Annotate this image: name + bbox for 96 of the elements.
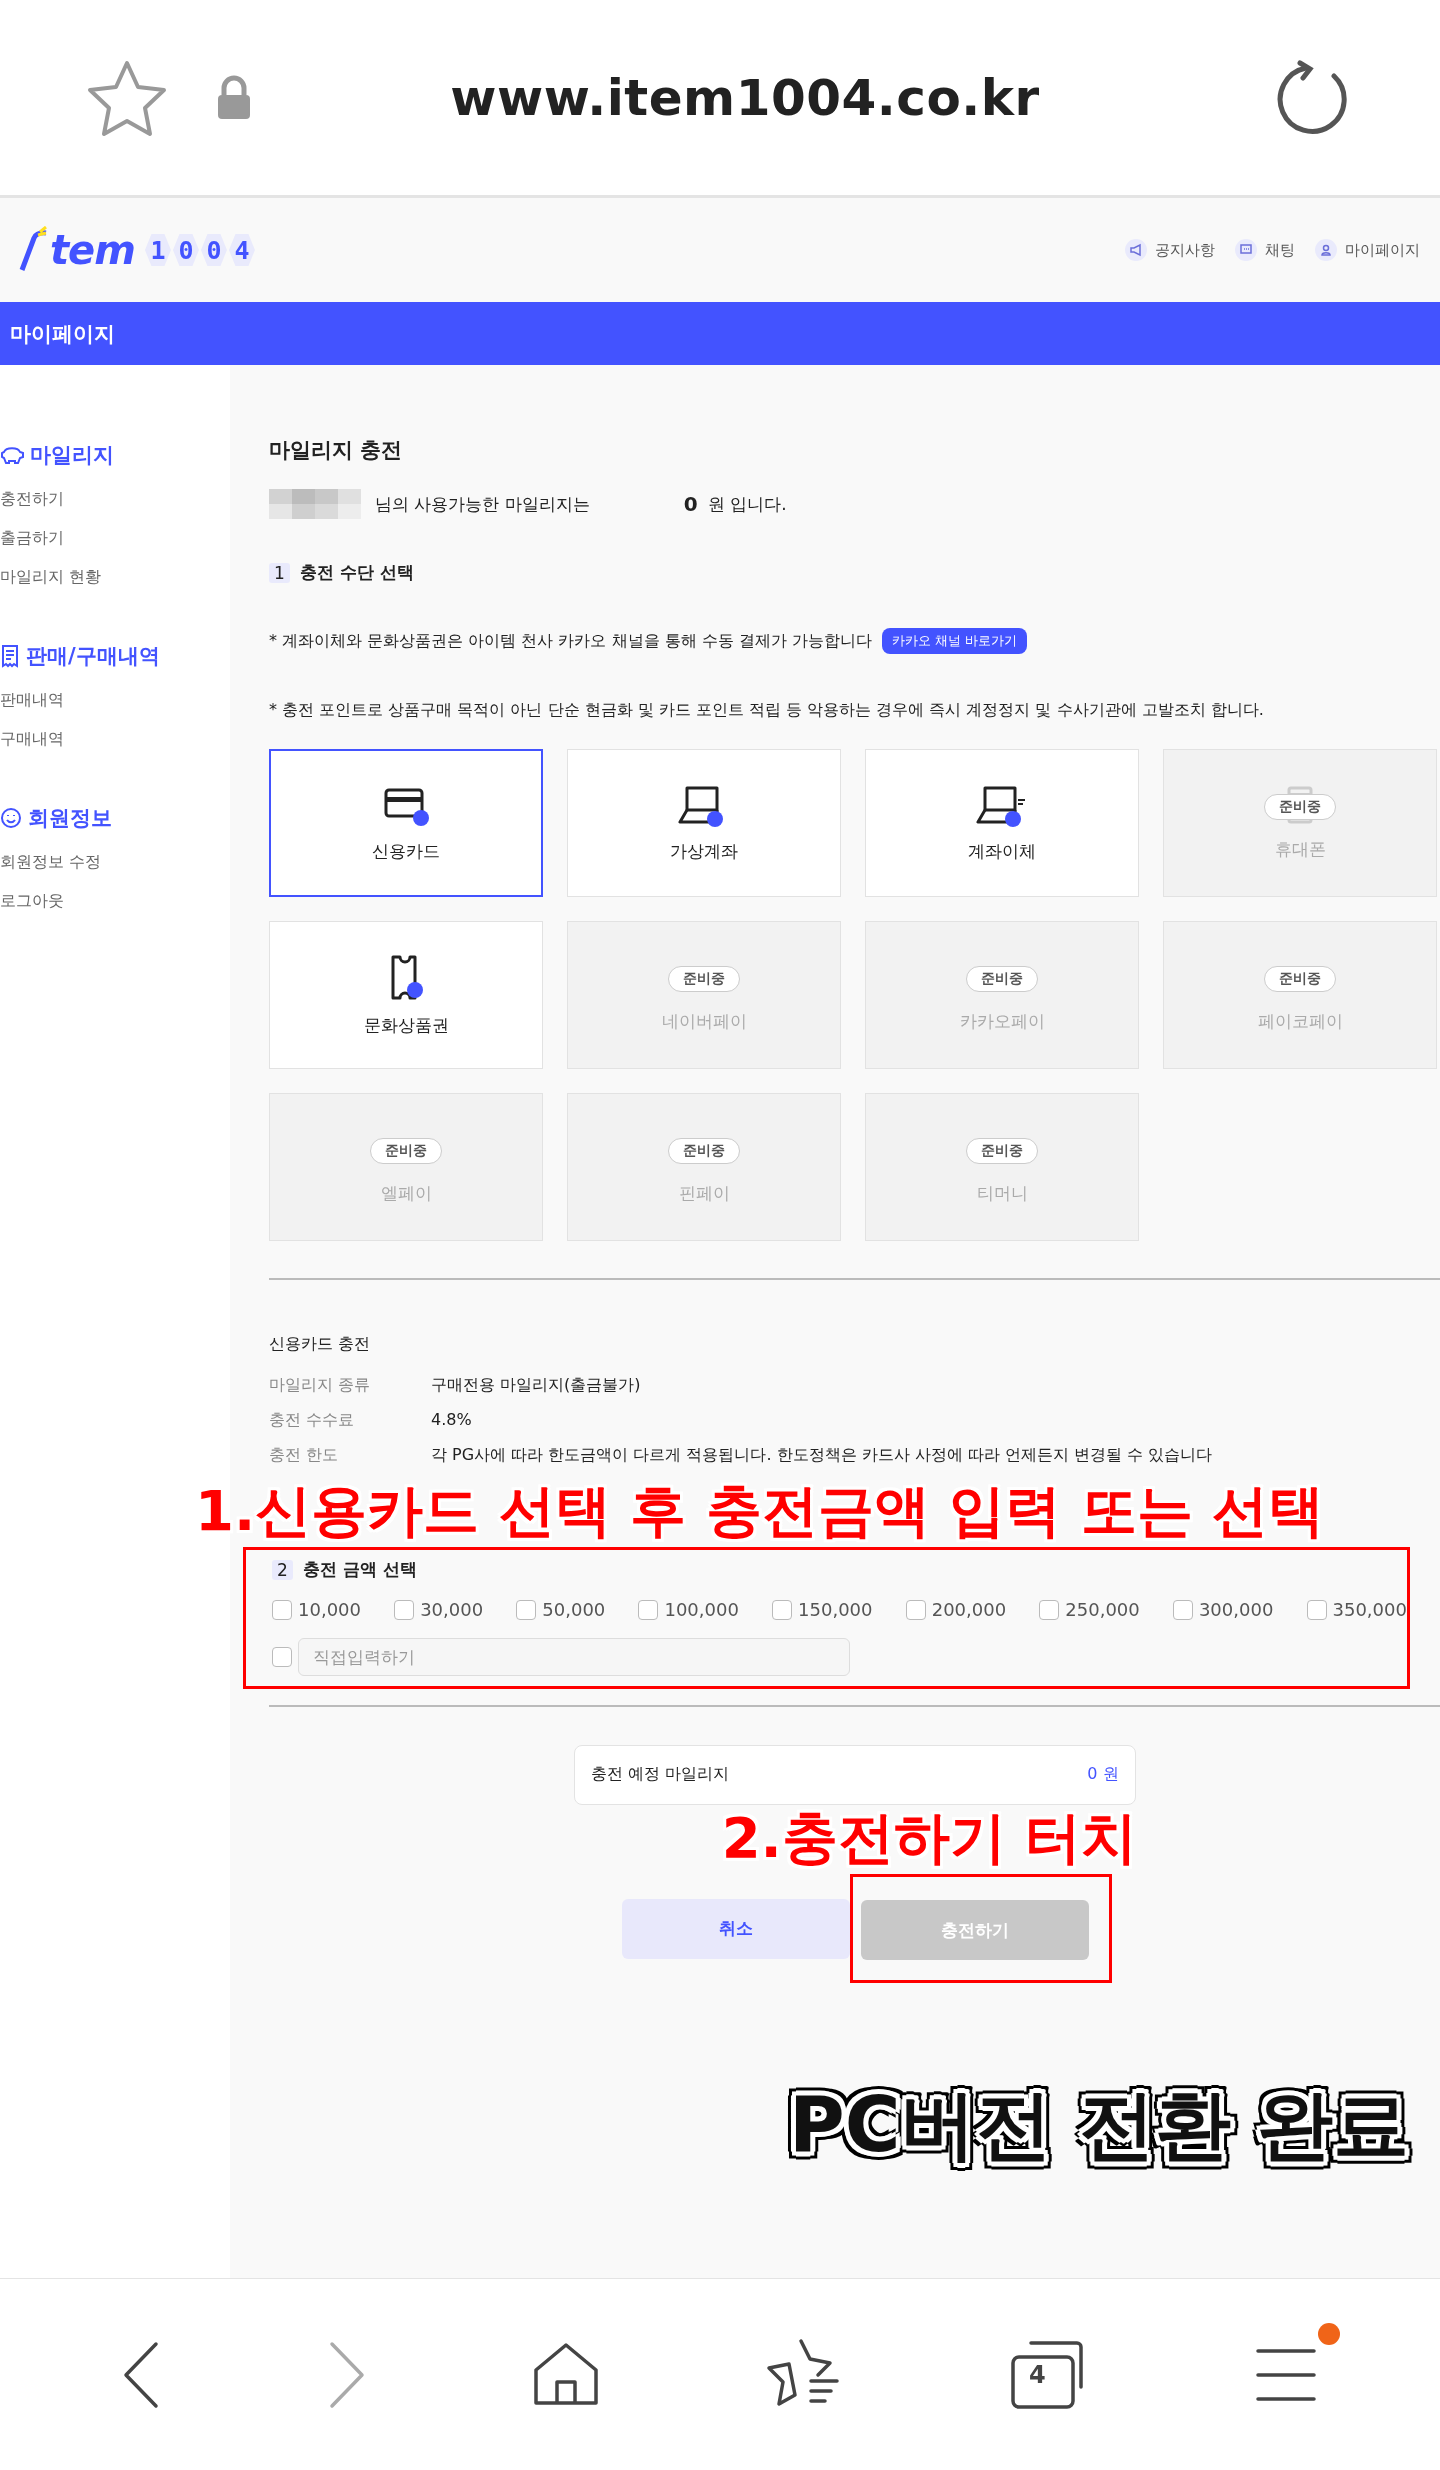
- coming-soon-badge: 준비중: [1264, 966, 1336, 992]
- checkbox[interactable]: [1039, 1599, 1060, 1620]
- checkbox[interactable]: [1172, 1599, 1193, 1620]
- payment-method-label: 신용카드: [372, 839, 440, 863]
- logo-mark-icon: [18, 226, 48, 274]
- payment-method-label: 핀페이: [678, 1181, 730, 1205]
- coming-soon-badge: 준비중: [966, 966, 1038, 992]
- sidebar-item[interactable]: 로그아웃: [0, 887, 230, 914]
- payment-method-label: 카카오페이: [959, 1009, 1045, 1033]
- checkbox[interactable]: [772, 1599, 793, 1620]
- user-icon: [1315, 239, 1337, 261]
- caption-text: PC버전 전환 완료: [789, 2083, 1411, 2167]
- logo-digit: 0: [200, 234, 227, 266]
- detail-label: 충전 한도: [269, 1444, 340, 1466]
- header-link[interactable]: 채팅: [1235, 239, 1295, 261]
- coming-soon-badge: 준비중: [668, 966, 740, 992]
- step-title: 충전 금액 선택: [302, 1558, 417, 1582]
- page-title: 마이페이지: [10, 320, 115, 348]
- amount-option-label: 300,000: [1198, 1599, 1274, 1621]
- payment-method-label: 계좌이체: [968, 839, 1036, 863]
- payment-method-card[interactable]: 계좌이체: [865, 749, 1139, 897]
- sidebar-heading: 판매/구매내역: [26, 643, 160, 670]
- sidebar-item[interactable]: 출금하기: [0, 524, 230, 551]
- payment-method-label: 가상계좌: [670, 839, 738, 863]
- checkbox[interactable]: [638, 1599, 659, 1620]
- custom-amount-field[interactable]: 직접입력하기: [298, 1638, 850, 1677]
- payment-method-card[interactable]: 가상계좌: [567, 749, 841, 897]
- payment-method-label: 페이코페이: [1257, 1009, 1343, 1033]
- detail-value: 구매전용 마일리지(출금불가): [431, 1374, 641, 1396]
- sidebar-item[interactable]: 회원정보 수정: [0, 848, 230, 875]
- tab-count: 4: [1028, 2360, 1047, 2389]
- amount-option-label: 200,000: [931, 1599, 1007, 1621]
- amount-option-label: 10,000: [298, 1599, 361, 1621]
- amount-option-label: 350,000: [1332, 1599, 1407, 1621]
- piggy-bank-icon: [0, 444, 24, 466]
- summary-value: 0 원: [1087, 1764, 1119, 1786]
- sidebar-item[interactable]: 마일리지 현황: [0, 563, 230, 590]
- payment-method-label: 티머니: [976, 1181, 1028, 1205]
- logo-digit: 4: [228, 234, 255, 266]
- sidebar-item[interactable]: 구매내역: [0, 725, 230, 752]
- checkbox[interactable]: [905, 1599, 926, 1620]
- section-title: 마일리지 충전: [269, 437, 404, 464]
- checkbox[interactable]: [1306, 1599, 1327, 1620]
- balance-text: 님의 사용가능한 마일리지는: [375, 492, 590, 516]
- kakao-channel-link[interactable]: 카카오 채널 바로가기: [881, 628, 1028, 654]
- header-link[interactable]: 공지사항: [1125, 239, 1215, 261]
- logo-digit: 1: [144, 234, 171, 266]
- sidebar-heading: 마일리지: [30, 442, 114, 469]
- smile-icon: [0, 807, 22, 829]
- annotation-text: 2.충전하기 터치: [721, 1806, 1138, 1869]
- checkbox[interactable]: [272, 1599, 292, 1620]
- payment-method-card[interactable]: 신용카드: [269, 749, 543, 897]
- megaphone-icon: [1125, 239, 1147, 261]
- summary-label: 충전 예정 마일리지: [590, 1764, 729, 1786]
- amount-option-label: 30,000: [420, 1599, 484, 1621]
- sidebar-item[interactable]: 충전하기: [0, 485, 230, 512]
- chat-icon: [1235, 239, 1257, 261]
- detail-value: 각 PG사에 따라 한도금액이 다르게 적용됩니다. 한도정책은 카드사 사정에 따라 언제든지 변경될 수 있습니다: [431, 1444, 1213, 1466]
- receipt-icon: [0, 644, 20, 668]
- details-title: 신용카드 충전: [269, 1333, 372, 1355]
- payment-method-label: 휴대폰: [1274, 837, 1326, 861]
- bookmark-star-icon[interactable]: [86, 58, 168, 137]
- balance-suffix: 원 입니다.: [707, 492, 787, 516]
- step-number: 1: [269, 562, 290, 583]
- step-title: 충전 수단 선택: [299, 561, 414, 584]
- notice-text: * 계좌이체와 문화상품권은 아이템 천사 카카오 채널을 통해 수동 결제가 가능합니다: [269, 630, 872, 652]
- detail-label: 충전 수수료: [269, 1409, 356, 1431]
- checkbox[interactable]: [394, 1599, 415, 1620]
- logo-digit: 0: [172, 234, 199, 266]
- detail-value: 4.8%: [431, 1409, 472, 1431]
- coming-soon-badge: 준비중: [1264, 794, 1336, 820]
- address-bar-url[interactable]: www.item1004.co.kr: [254, 68, 1236, 127]
- amount-option-label: 250,000: [1065, 1599, 1140, 1621]
- logo-wordmark: tem: [50, 227, 135, 273]
- sidebar-item[interactable]: 판매내역: [0, 686, 230, 713]
- amount-option-label: 50,000: [542, 1599, 606, 1621]
- checkbox[interactable]: [516, 1599, 537, 1620]
- coming-soon-badge: 준비중: [370, 1138, 442, 1164]
- detail-label: 마일리지 종류: [269, 1374, 372, 1396]
- balance-amount: 0: [683, 492, 698, 516]
- amount-option-label: 100,000: [664, 1599, 739, 1621]
- coming-soon-badge: 준비중: [966, 1138, 1038, 1164]
- payment-method-card[interactable]: 문화상품권: [269, 921, 543, 1069]
- checkbox[interactable]: [272, 1647, 292, 1668]
- amount-option-label: 150,000: [798, 1599, 873, 1621]
- site-logo[interactable]: tem 1 0 0 4: [18, 226, 255, 274]
- payment-method-label: 네이버페이: [661, 1009, 747, 1033]
- payment-method-label: 문화상품권: [363, 1013, 449, 1037]
- step-number: 2: [272, 1559, 293, 1580]
- header-link[interactable]: 마이페이지: [1315, 239, 1420, 261]
- notice-text: * 충전 포인트로 상품구매 목적이 아닌 단순 현금화 및 카드 포인트 적립 등 악용하는 경우에 즉시 계정정지 및 수사기관에 고발조치 합니다.: [269, 700, 1264, 721]
- coming-soon-badge: 준비중: [668, 1138, 740, 1164]
- sidebar-heading: 회원정보: [28, 805, 112, 832]
- annotation-text: 1.신용카드 선택 후 충전금액 입력 또는 선택: [195, 1479, 1326, 1542]
- cancel-button[interactable]: 취소: [621, 1898, 850, 1959]
- payment-method-label: 엘페이: [380, 1181, 432, 1205]
